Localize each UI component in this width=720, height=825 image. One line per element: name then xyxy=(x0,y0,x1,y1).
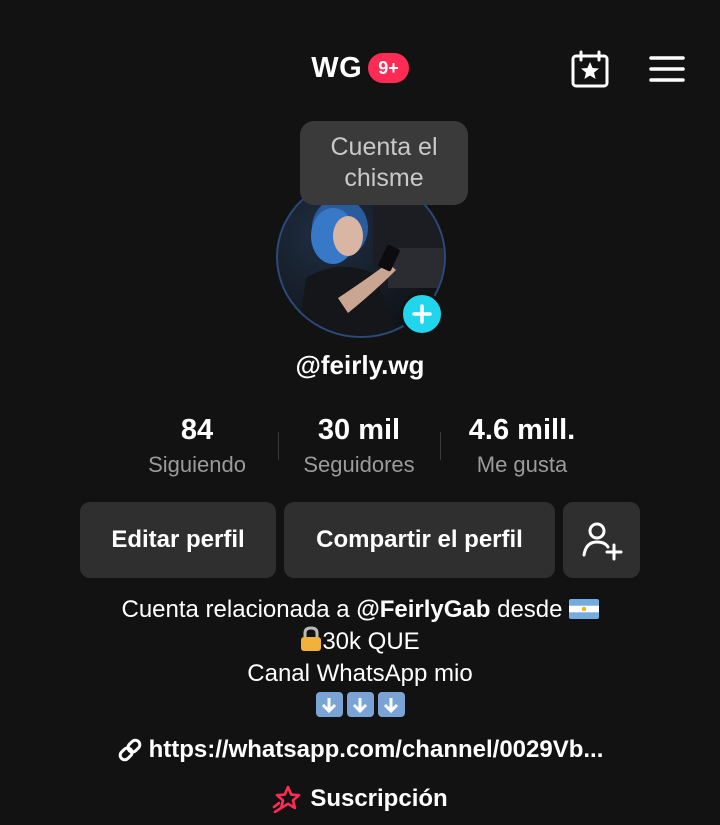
bio-line-2: 30k QUE xyxy=(0,626,720,658)
bio-line-1: Cuenta relacionada a @FeirlyGab desde xyxy=(0,594,720,626)
profile-header[interactable]: WG 9+ xyxy=(0,48,720,88)
header-title: WG xyxy=(311,51,363,84)
share-profile-button[interactable]: Compartir el perfil xyxy=(284,502,555,578)
stat-following-value: 84 xyxy=(180,414,214,446)
down-arrow-icon xyxy=(315,692,343,717)
add-user-icon xyxy=(582,522,622,561)
bio-text: desde xyxy=(490,596,563,623)
profile-stats: 84 Siguiendo 30 mil Seguidores 4.6 mill.… xyxy=(0,412,720,482)
stat-followers-value: 30 mil xyxy=(317,414,401,446)
stat-followers[interactable]: 30 mil Seguidores xyxy=(274,412,444,478)
related-account-link[interactable]: @FeirlyGab xyxy=(356,596,490,623)
bio-text: Cuenta relacionada a xyxy=(121,596,357,623)
stat-likes-label: Me gusta xyxy=(476,452,568,477)
stat-followers-label: Seguidores xyxy=(303,452,415,477)
note-bubble-text: Cuenta el chisme xyxy=(330,133,438,192)
stat-likes-value: 4.6 mill. xyxy=(468,414,576,446)
down-arrow-icon xyxy=(377,692,405,717)
note-bubble[interactable]: Cuenta el chisme xyxy=(300,121,468,205)
stat-following-label: Siguiendo xyxy=(148,452,246,477)
username: @feirly.wg xyxy=(295,350,425,380)
hamburger-menu-icon[interactable] xyxy=(649,54,685,84)
lock-icon xyxy=(301,626,322,651)
down-arrow-icon xyxy=(346,692,374,717)
bio-text: 30k QUE xyxy=(322,628,420,655)
stat-likes[interactable]: 4.6 mill. Me gusta xyxy=(437,412,607,478)
bio-line-3: Canal WhatsApp mio xyxy=(247,660,473,687)
notification-badge: 9+ xyxy=(368,53,409,83)
add-friend-button[interactable] xyxy=(563,502,640,578)
star-sparkle-icon xyxy=(273,785,301,813)
plus-icon xyxy=(412,304,432,324)
stat-following[interactable]: 84 Siguiendo xyxy=(112,412,282,478)
subscription-label: Suscripción xyxy=(310,785,448,812)
subscription-link[interactable]: Suscripción xyxy=(0,785,720,813)
bio-link-url: https://whatsapp.com/channel/0029Vb... xyxy=(148,736,604,763)
bio-link[interactable]: https://whatsapp.com/channel/0029Vb... xyxy=(0,736,720,764)
add-avatar-button[interactable] xyxy=(400,292,444,336)
bio-arrows xyxy=(0,692,720,717)
calendar-star-icon[interactable] xyxy=(570,49,610,89)
argentina-flag-icon xyxy=(568,599,599,619)
link-icon xyxy=(118,738,141,762)
edit-profile-button[interactable]: Editar perfil xyxy=(80,502,276,578)
